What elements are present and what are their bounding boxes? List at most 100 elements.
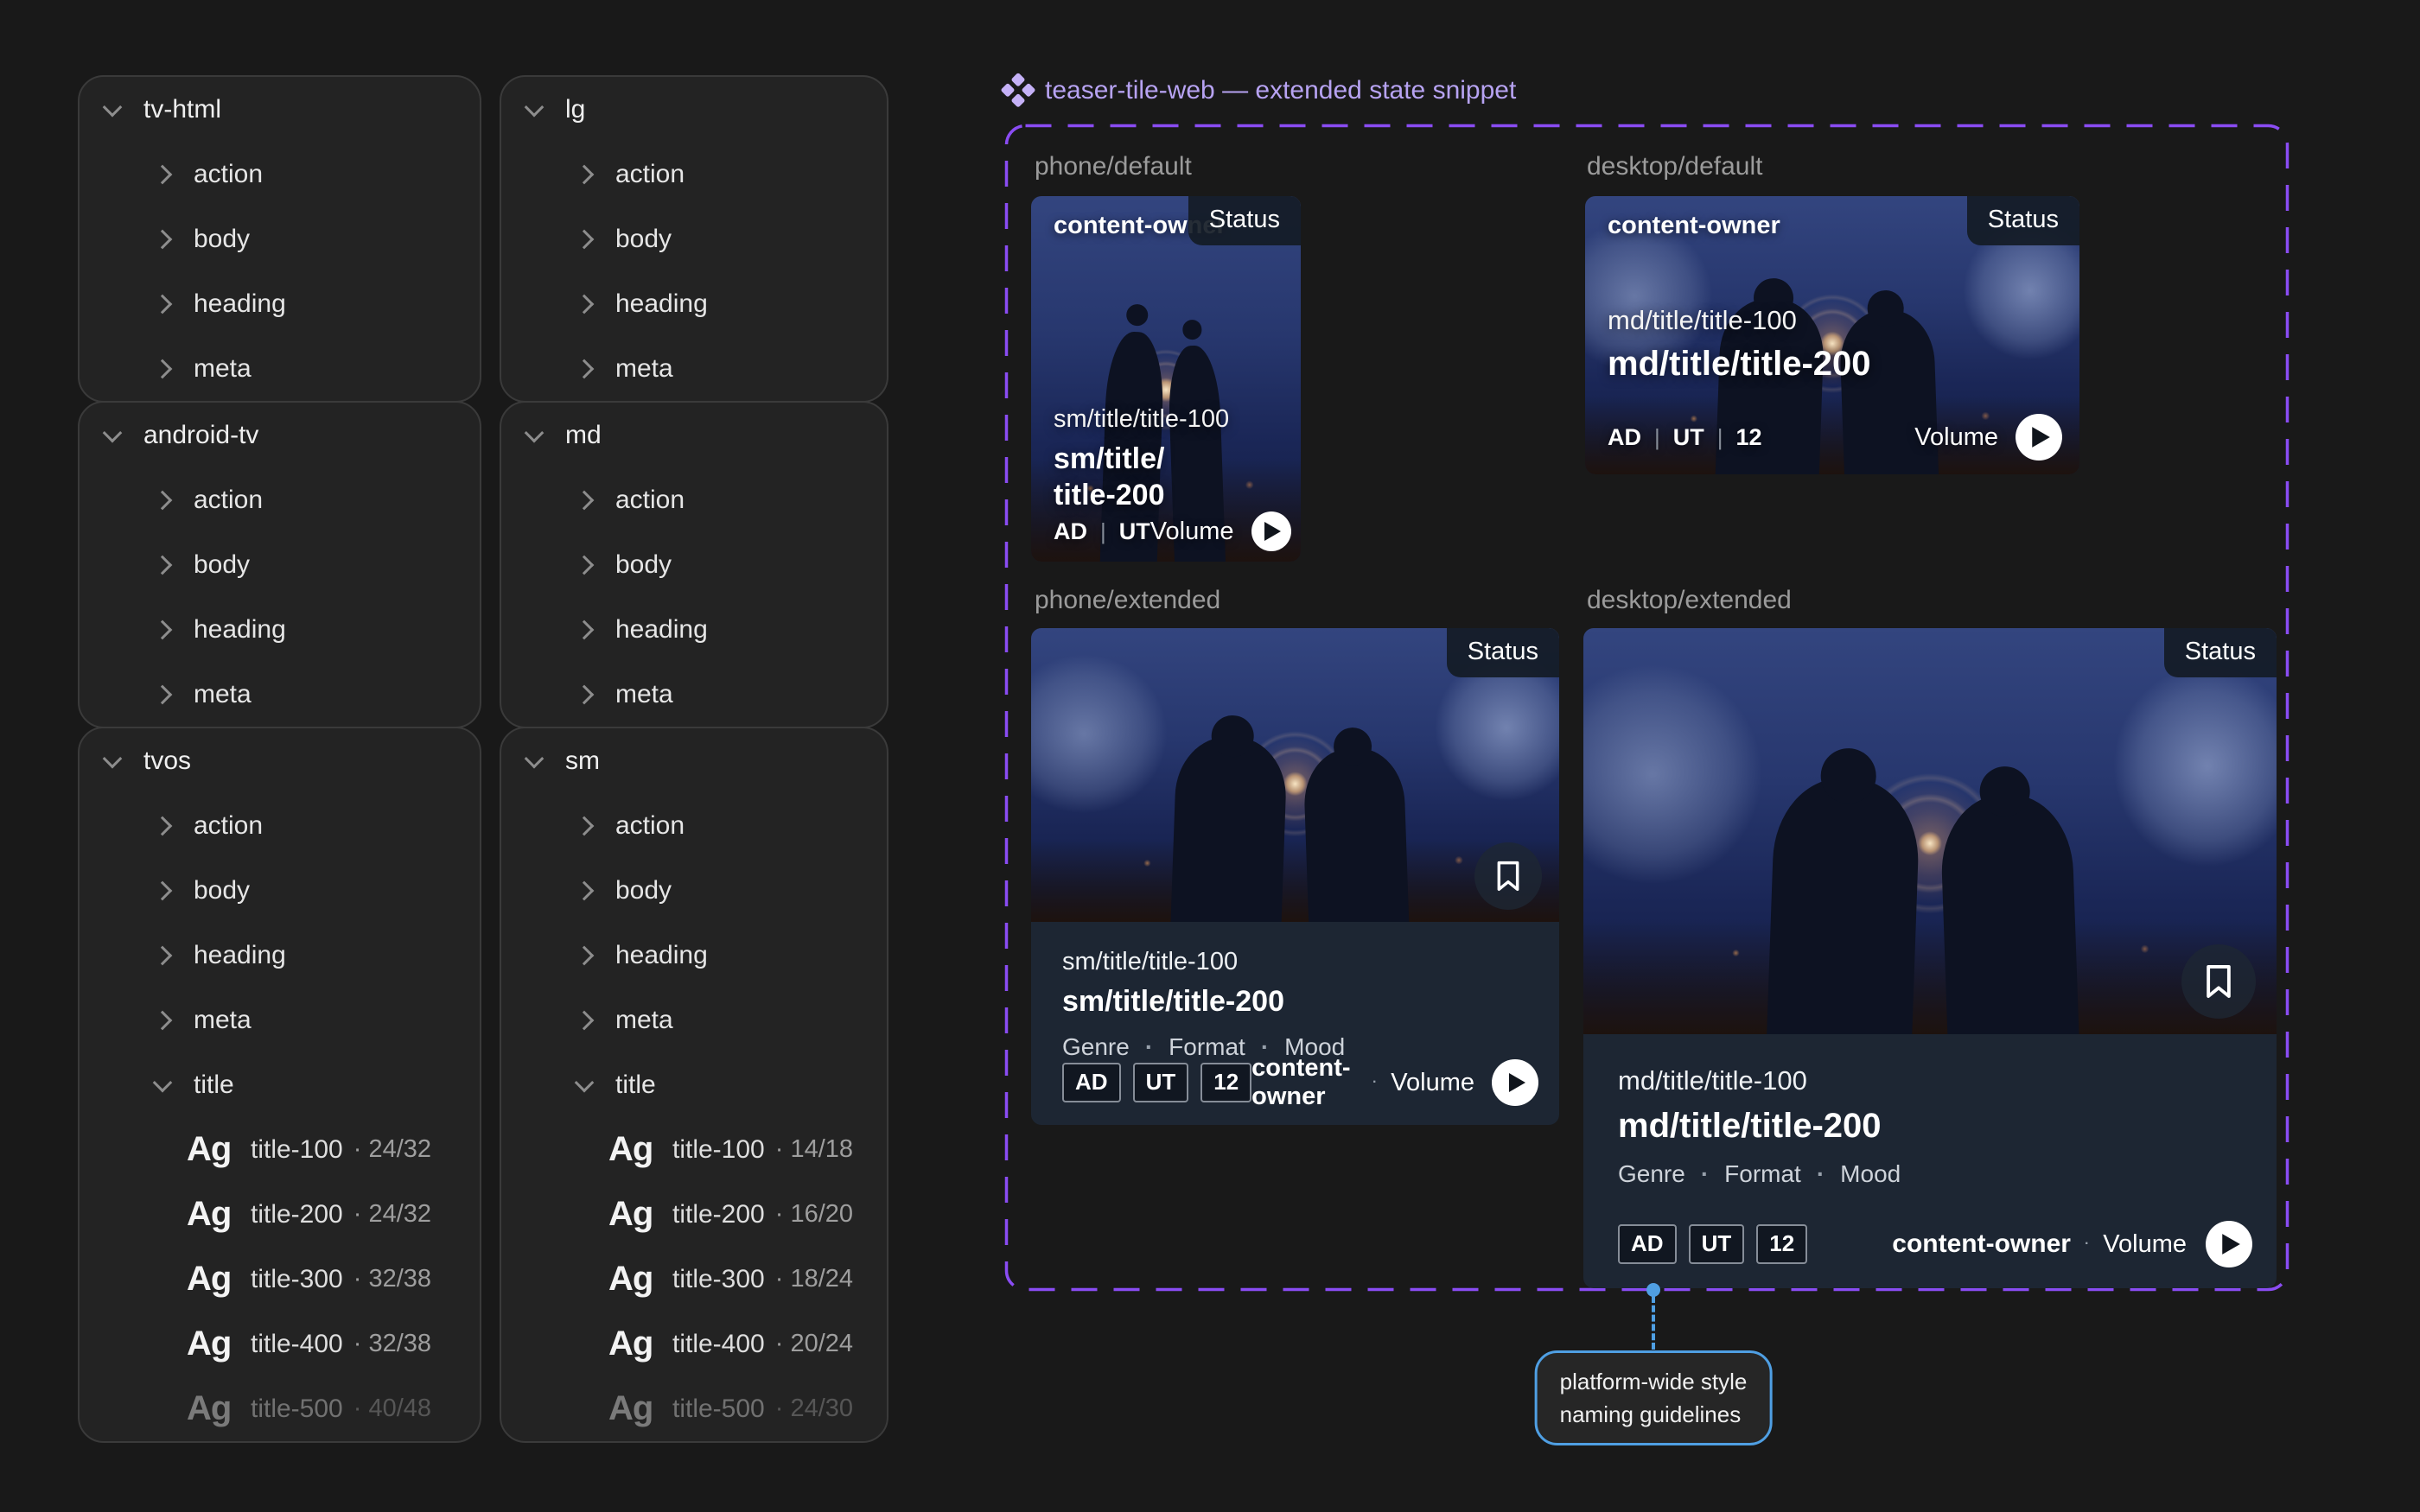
chevron-down-icon[interactable] [153,1072,173,1092]
tree-item-action[interactable]: action [80,793,480,858]
play-button[interactable] [2206,1221,2252,1267]
token-panel-platforms: tv-htmlactionbodyheadingmetaandroid-tvac… [78,77,481,1443]
chevron-right-icon[interactable] [153,945,173,965]
tree-group-lg[interactable]: lg [501,77,887,142]
poster-media: Status [1031,628,1559,922]
tree-item-action[interactable]: action [501,142,887,206]
token-row-title-500[interactable]: Agtitle-500· 40/48 [80,1376,480,1441]
chevron-down-icon[interactable] [525,97,544,117]
tree-item-action[interactable]: action [80,142,480,206]
chevron-right-icon[interactable] [575,359,595,378]
chevron-down-icon[interactable] [103,97,123,117]
play-icon [1263,521,1282,542]
chevron-right-icon[interactable] [575,294,595,314]
token-row-title-500[interactable]: Agtitle-500· 24/30 [501,1376,887,1441]
tree-item-action[interactable]: action [80,467,480,532]
tree-item-heading[interactable]: heading [501,597,887,662]
chevron-right-icon[interactable] [575,229,595,249]
chevron-down-icon[interactable] [575,1072,595,1092]
token-row-title-400[interactable]: Agtitle-400· 20/24 [501,1312,887,1376]
tree-item-body[interactable]: body [501,858,887,923]
chevron-right-icon[interactable] [575,945,595,965]
play-button[interactable] [1492,1059,1538,1106]
tree-item-meta[interactable]: meta [80,336,480,401]
chevron-right-icon[interactable] [153,684,173,704]
chevron-right-icon[interactable] [153,490,173,510]
teaser-card-desktop-default[interactable]: content-owner Status md/title/title-100 … [1585,196,2079,474]
tree-item-action[interactable]: action [501,467,887,532]
chevron-right-icon[interactable] [153,164,173,184]
chevron-down-icon[interactable] [103,422,123,442]
tree-item-meta[interactable]: meta [501,662,887,727]
teaser-card-desktop-extended[interactable]: Status md/title/title-100 md/title/title… [1583,628,2277,1288]
chevron-right-icon[interactable] [575,1010,595,1030]
token-row-title-100[interactable]: Agtitle-100· 24/32 [80,1117,480,1182]
tree-item-meta[interactable]: meta [80,988,480,1052]
tree-item-body[interactable]: body [80,532,480,597]
chevron-down-icon[interactable] [525,748,544,768]
volume-label: Volume [1391,1069,1474,1097]
chevron-right-icon[interactable] [153,359,173,378]
tree-item-label: action [615,811,685,841]
chevron-right-icon[interactable] [575,555,595,575]
tree-item-heading[interactable]: heading [501,923,887,988]
tree-item-action[interactable]: action [501,793,887,858]
token-row-title-300[interactable]: Agtitle-300· 32/38 [80,1247,480,1312]
chevron-right-icon[interactable] [575,880,595,900]
chevron-down-icon[interactable] [525,422,544,442]
chevron-right-icon[interactable] [153,619,173,639]
tree-item-meta[interactable]: meta [501,336,887,401]
tree-item-heading[interactable]: heading [80,597,480,662]
chevron-right-icon[interactable] [575,619,595,639]
token-name: title-200 [672,1200,765,1229]
chevron-right-icon[interactable] [153,880,173,900]
token-value: · 18/24 [775,1265,853,1293]
tree-item-body[interactable]: body [501,532,887,597]
token-row-title-400[interactable]: Agtitle-400· 32/38 [80,1312,480,1376]
teaser-card-phone-extended[interactable]: Status sm/title/title-100 sm/title/title… [1031,628,1559,1125]
tree-group-android-tv[interactable]: android-tv [80,403,480,467]
chevron-right-icon[interactable] [575,164,595,184]
tree-subgroup-title[interactable]: title [501,1052,887,1117]
bookmark-button[interactable] [1474,842,1542,910]
type-sample: Ag [608,1195,662,1234]
tree-group-sm[interactable]: sm [501,728,887,793]
tree-group-md[interactable]: md [501,403,887,467]
pipe-separator: | [1654,424,1660,451]
chevron-right-icon[interactable] [153,1010,173,1030]
chevron-right-icon[interactable] [153,229,173,249]
token-row-title-100[interactable]: Agtitle-100· 14/18 [501,1117,887,1182]
tree-item-meta[interactable]: meta [80,662,480,727]
chevron-right-icon[interactable] [153,816,173,835]
tree-group-tvos[interactable]: tvos [80,728,480,793]
tree-item-body[interactable]: body [80,206,480,271]
chevron-right-icon[interactable] [575,490,595,510]
chevron-right-icon[interactable] [153,555,173,575]
chevron-right-icon[interactable] [153,294,173,314]
tree-subgroup-title[interactable]: title [80,1052,480,1117]
token-value: · 16/20 [775,1200,853,1229]
tree-item-heading[interactable]: heading [80,923,480,988]
play-button[interactable] [2016,414,2062,461]
token-row-title-300[interactable]: Agtitle-300· 18/24 [501,1247,887,1312]
play-button[interactable] [1251,511,1291,551]
token-row-title-200[interactable]: Agtitle-200· 24/32 [80,1182,480,1247]
teaser-card-phone-default[interactable]: content-owner Status sm/title/title-100 … [1031,196,1301,562]
tree-item-label: heading [615,941,708,970]
title-block: md/title/title-100 md/title/title-200 [1608,305,2059,384]
bookmark-button[interactable] [2181,944,2256,1019]
tree-subgroup-label: title [194,1070,234,1100]
chevron-down-icon[interactable] [103,748,123,768]
tree-item-body[interactable]: body [501,206,887,271]
tree-group-tv-html[interactable]: tv-html [80,77,480,142]
meta-flags: AD|UT|12 [1608,424,1762,451]
chevron-right-icon[interactable] [575,816,595,835]
play-icon [2030,426,2051,448]
tree-item-heading[interactable]: heading [80,271,480,336]
card-body: md/title/title-100 md/title/title-200 Ge… [1583,1034,2277,1288]
tree-item-heading[interactable]: heading [501,271,887,336]
chevron-right-icon[interactable] [575,684,595,704]
tree-item-meta[interactable]: meta [501,988,887,1052]
token-row-title-200[interactable]: Ag title-200 · 16/20 [501,1182,887,1247]
tree-item-body[interactable]: body [80,858,480,923]
